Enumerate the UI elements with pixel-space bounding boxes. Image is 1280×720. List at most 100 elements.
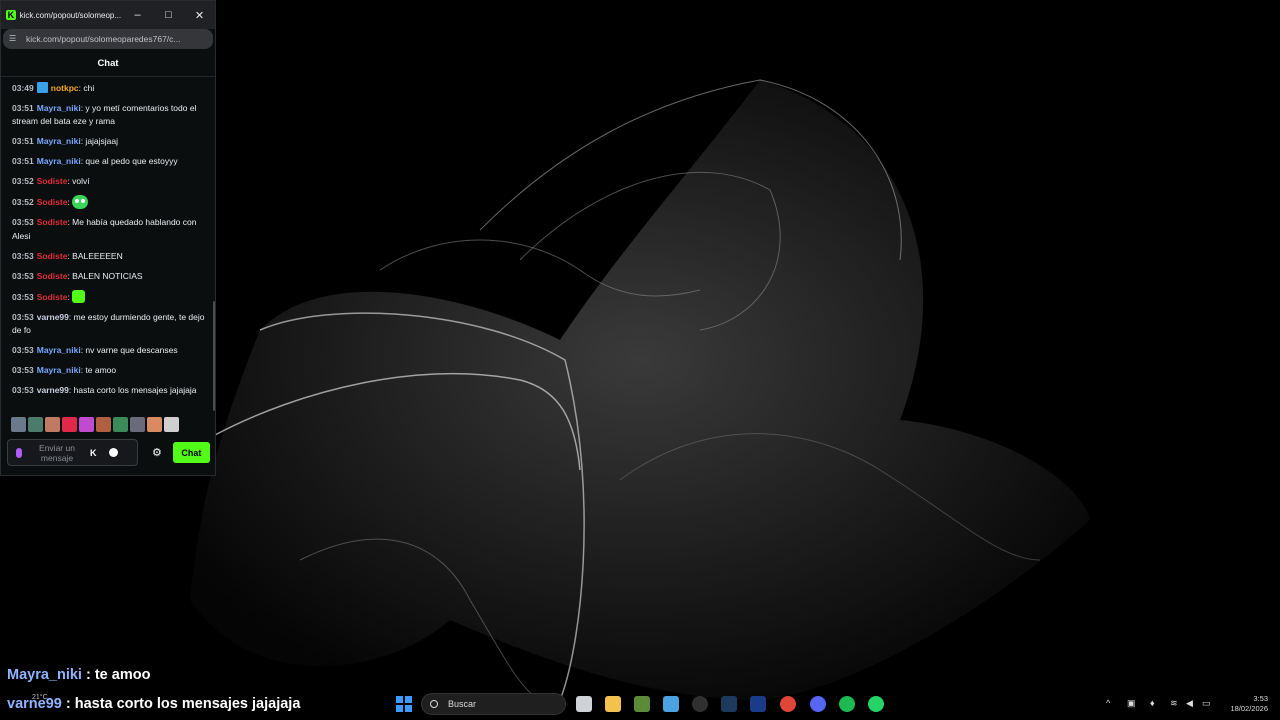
emote-quick-8[interactable] [130,417,145,432]
window-title: kick.com/popout/solomeop... [19,10,122,20]
message-username[interactable]: notkpc [51,83,79,93]
emoji-picker-icon[interactable] [108,448,118,457]
message-username[interactable]: Sodiste [37,176,68,186]
message-placeholder[interactable]: Enviar un mensaje [34,443,80,463]
message-username[interactable]: varne99 [37,312,69,322]
weather-widget[interactable]: 21°C [32,694,48,701]
message-timestamp: 03:53 [12,345,34,356]
chat-message: 03:52 Sodiste: [12,195,207,210]
message-timestamp: 03:51 [12,156,34,167]
green-emote-icon[interactable] [72,289,86,303]
emote-quick-10[interactable] [164,417,179,432]
message-text: : chi [78,83,95,93]
steam-icon[interactable] [721,696,737,712]
site-settings-icon[interactable]: ☰ [9,34,19,44]
emote-quick-4[interactable] [62,417,77,432]
volume-icon[interactable]: ◀ [1186,698,1193,709]
minimize-button[interactable]: – [122,1,153,29]
message-username[interactable]: Sodiste [37,197,68,207]
emote-quick-6[interactable] [96,417,111,432]
battery-icon[interactable]: ▭ [1202,698,1211,709]
taskbar-search[interactable]: Buscar [421,693,566,715]
message-timestamp: 03:53 [12,217,34,228]
message-text: : BALEN NOTICIAS [67,270,143,281]
emote-quick-7[interactable] [113,417,128,432]
microphone-icon[interactable]: ♦ [1150,698,1155,708]
photos-icon[interactable] [663,696,679,712]
taskbar-clock[interactable]: 3:53 18/02/2026 [1226,694,1268,714]
chat-settings-gear-icon[interactable]: ⚙ [152,446,162,459]
message-text: : nv varne que descanses [80,345,178,356]
chat-message: 03:52 Sodiste: volví [12,175,207,188]
message-text: : hasta corto los mensajes jajajaja [68,385,197,396]
message-timestamp: 03:53 [12,385,34,396]
obs-icon[interactable] [692,696,708,712]
message-username[interactable]: varne99 [37,385,69,395]
chat-scrollbar[interactable] [213,301,215,411]
title-bar[interactable]: K kick.com/popout/solomeop... – □ ✕ [1,1,215,29]
chat-message: 03:53 varne99: me estoy durmiendo gente, … [12,311,207,338]
emote-quick-5[interactable] [79,417,94,432]
chat-message: 03:51 Mayra_niki: y yo metí comentarios t… [12,102,207,129]
spotify-icon[interactable] [839,696,855,712]
info-app-icon[interactable] [750,696,766,712]
chat-popout-window: K kick.com/popout/solomeop... – □ ✕ ☰ ki… [0,0,216,476]
message-input[interactable]: Enviar un mensaje K [7,439,138,466]
chat-message: 03:53 Sodiste: BALEN NOTICIAS [12,270,207,283]
whatsapp-icon[interactable] [868,696,884,712]
message-username[interactable]: Sodiste [37,271,68,281]
file-explorer-icon[interactable] [605,696,621,712]
search-placeholder: Buscar [448,699,477,709]
clock-date: 18/02/2026 [1230,704,1268,713]
message-username[interactable]: Sodiste [37,292,68,302]
message-username[interactable]: Mayra_niki [37,156,81,166]
user-badge-icon [36,82,48,93]
chat-message: 03:51 Mayra_niki: jajajsjaaj [12,135,207,148]
overlay-username: Mayra_niki [7,667,82,683]
minecraft-icon[interactable] [634,696,650,712]
emote-quick-9[interactable] [147,417,162,432]
message-username[interactable]: Mayra_niki [37,136,81,146]
overlay-caption-line-1: Mayra_niki : te amoo [7,667,150,683]
chat-message: 03:51 Mayra_niki: que al pedo que estoyyy [12,155,207,168]
message-text: : jajajsjaaj [80,136,119,147]
chat-message: 03:53 Mayra_niki: nv varne que descanses [12,344,207,357]
message-timestamp: 03:52 [12,197,34,208]
overlay-message: : te amoo [81,667,151,683]
tray-app-icon[interactable]: ▣ [1127,698,1136,709]
send-chat-button[interactable]: Chat [172,442,210,463]
wifi-icon[interactable]: ≋ [1170,698,1178,709]
windows-start-icon[interactable] [396,696,412,712]
message-timestamp: 03:53 [12,250,34,261]
message-username[interactable]: Mayra_niki [37,103,81,113]
chat-message: 03:53 Sodiste: [12,289,207,304]
message-username[interactable]: Mayra_niki [37,365,81,375]
message-username[interactable]: Mayra_niki [37,345,81,355]
mic-icon[interactable] [16,447,22,458]
task-view-icon[interactable] [576,696,592,712]
message-list: 03:49 notkpc: chi 03:51 Mayra_niki: y yo me… [1,77,215,398]
emote-quick-3[interactable] [45,417,60,432]
clock-time: 3:53 [1253,694,1268,703]
url-text[interactable]: kick.com/popout/solomeoparedes767/c... [26,34,204,44]
close-button[interactable]: ✕ [184,1,215,29]
message-timestamp: 03:49 [12,83,34,93]
tray-chevron-icon[interactable]: ^ [1106,698,1110,708]
message-username[interactable]: Sodiste [37,217,68,227]
chrome-icon[interactable] [780,696,796,712]
maximize-button[interactable]: □ [153,1,184,29]
message-text: : te amoo [80,365,117,376]
address-bar[interactable]: ☰ kick.com/popout/solomeoparedes767/c... [3,29,213,49]
message-username[interactable]: Sodiste [37,251,68,261]
emote-quick-1[interactable] [11,417,26,432]
kick-emotes-icon[interactable]: K [90,448,97,458]
message-timestamp: 03:53 [12,291,34,302]
search-icon [430,700,438,708]
message-text: : BALEEEEEN [67,250,123,261]
message-timestamp: 03:51 [12,136,34,147]
discord-icon[interactable] [810,696,826,712]
message-text: : que al pedo que estoyyy [80,156,178,167]
message-timestamp: 03:53 [12,311,34,322]
ghost-emote-icon[interactable] [72,195,89,210]
emote-quick-2[interactable] [28,417,43,432]
